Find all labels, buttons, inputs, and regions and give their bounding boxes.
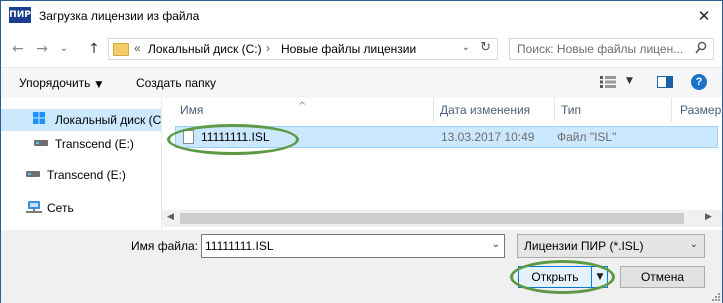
drive-icon [34, 140, 48, 146]
open-button-label: Открыть [531, 270, 579, 284]
view-dropdown-icon[interactable]: ▼ [626, 76, 633, 86]
column-header-size[interactable]: Размер [672, 98, 722, 122]
file-name: 11111111.ISL [201, 130, 270, 144]
windows-drive-icon [33, 112, 45, 124]
up-button[interactable]: ↑ [85, 39, 103, 59]
chevron-down-icon[interactable]: ⌄ [690, 239, 698, 250]
organize-menu[interactable]: Упорядочить ▼ [19, 76, 102, 90]
cancel-button-label: Отмена [640, 270, 685, 284]
network-icon [26, 201, 42, 213]
window-title: Загрузка лицензии из файла [39, 9, 200, 23]
sidebar-item-network[interactable]: Сеть [1, 197, 161, 219]
sort-ascending-icon: ^ [298, 101, 307, 112]
close-button[interactable]: ✕ [692, 5, 716, 27]
sidebar-item-label: Локальный диск (C:) [55, 113, 162, 127]
organize-label: Упорядочить [19, 76, 91, 90]
sidebar-item-label: Transcend (E:) [55, 137, 134, 151]
back-button[interactable]: ← [9, 39, 27, 59]
preview-pane-icon[interactable] [657, 76, 673, 88]
new-folder-button[interactable]: Создать папку [136, 76, 216, 90]
title-bar[interactable]: ПИР Загрузка лицензии из файла ✕ [1, 1, 722, 31]
open-file-dialog: ПИР Загрузка лицензии из файла ✕ ← → ⌄ ↑… [0, 0, 723, 303]
sidebar-item-label: Сеть [47, 201, 74, 215]
table-row[interactable]: 11111111.ISL 13.03.2017 10:49 Файл "ISL" [175, 126, 718, 148]
open-options-dropdown-icon[interactable]: ▼ [591, 267, 608, 287]
view-options-icon[interactable] [600, 76, 616, 88]
file-type-filter[interactable]: Лицензии ПИР (*.ISL) ⌄ [517, 234, 705, 258]
address-overflow[interactable]: « [134, 41, 141, 55]
filename-value[interactable]: 11111111.ISL [205, 239, 274, 253]
sidebar-item-local-disk-c[interactable]: Локальный диск (C:) [1, 109, 161, 131]
sidebar-item-label: Transcend (E:) [47, 168, 126, 182]
forward-button[interactable]: → [33, 39, 51, 59]
help-icon[interactable]: ? [691, 74, 707, 90]
breadcrumb-local-disk[interactable]: Локальный диск (C:) [148, 42, 262, 56]
recent-locations-button[interactable]: ⌄ [57, 39, 71, 59]
breadcrumb-new-license-files[interactable]: Новые файлы лицензии [281, 42, 416, 56]
column-header-date[interactable]: Дата изменения [434, 98, 555, 122]
filename-label: Имя файла: [131, 239, 198, 253]
column-header-type[interactable]: Тип [555, 98, 672, 122]
open-button[interactable]: Открыть ▼ [518, 266, 608, 288]
resize-grip-icon[interactable] [710, 291, 720, 301]
drive-icon [26, 171, 40, 177]
file-type-filter-value: Лицензии ПИР (*.ISL) [524, 239, 644, 253]
chevron-down-icon: ▼ [95, 80, 103, 90]
navigation-bar: ← → ⌄ ↑ « Локальный диск (C:) › Новые фа… [1, 31, 722, 67]
cancel-button[interactable]: Отмена [620, 266, 705, 288]
scroll-right-icon[interactable]: ▶ [705, 212, 712, 222]
file-icon [183, 130, 194, 144]
sidebar-item-transcend-e[interactable]: Transcend (E:) [1, 133, 161, 155]
file-type: Файл "ISL" [557, 130, 617, 144]
search-input[interactable]: Поиск: Новые файлы лицен... [509, 38, 714, 60]
column-header-name[interactable]: ^ Имя [162, 98, 434, 122]
column-header-label: Имя [180, 103, 204, 117]
horizontal-scrollbar[interactable]: ◀ ▶ [162, 210, 722, 227]
navigation-pane: Локальный диск (C:) Transcend (E:) Trans… [1, 98, 162, 230]
filename-combobox[interactable]: 11111111.ISL ⌄ [201, 234, 505, 258]
search-placeholder: Поиск: Новые файлы лицен... [517, 42, 684, 56]
address-history-chevron-icon[interactable]: ⌄ [462, 42, 470, 53]
chevron-down-icon[interactable]: ⌄ [492, 239, 500, 250]
dialog-footer: Имя файла: 11111111.ISL ⌄ Лицензии ПИР (… [1, 230, 722, 303]
search-icon[interactable] [695, 41, 707, 55]
command-toolbar: Упорядочить ▼ Создать папку ▼ ? [1, 67, 722, 99]
sidebar-item-transcend-e-root[interactable]: Transcend (E:) [1, 164, 161, 186]
scrollbar-thumb[interactable] [180, 213, 684, 224]
breadcrumb-separator[interactable]: › [266, 41, 270, 55]
app-logo-icon: ПИР [9, 7, 31, 23]
file-date: 13.03.2017 10:49 [441, 130, 535, 144]
scroll-left-icon[interactable]: ◀ [167, 212, 174, 222]
address-bar[interactable]: « Локальный диск (C:) › Новые файлы лице… [108, 38, 498, 60]
refresh-icon[interactable]: ↻ [480, 40, 491, 55]
folder-icon [113, 43, 129, 56]
